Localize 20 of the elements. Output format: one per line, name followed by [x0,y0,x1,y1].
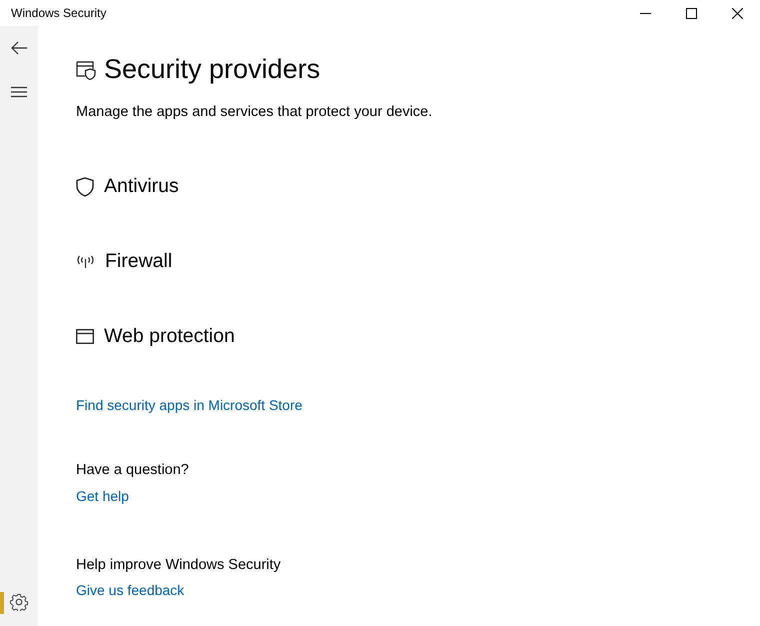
provider-name: Web protection [104,324,235,350]
shield-icon [76,176,94,197]
settings-icon [10,593,28,611]
page-title: Security providers [104,56,320,83]
close-icon [732,8,742,18]
section-heading: Have a question? [76,460,190,480]
store-link[interactable]: Find security apps in Microsoft Store [76,396,302,413]
provider-shield-icon [76,60,96,80]
browser-window-icon [76,329,94,344]
section-heading: Help improve Windows Security [76,556,282,574]
help-link[interactable]: Get help [76,488,129,504]
provider-name: Firewall [105,249,172,274]
maximize-icon [686,8,696,18]
help-link[interactable]: Give us feedback [76,582,184,598]
page-description: Manage the apps and services that protect your device. [76,103,434,122]
antenna-icon [76,254,95,269]
back-arrow-icon [11,41,27,55]
menu-icon [11,86,27,98]
window-title: Windows Security [10,5,108,22]
provider-name: Antivirus [104,174,179,200]
